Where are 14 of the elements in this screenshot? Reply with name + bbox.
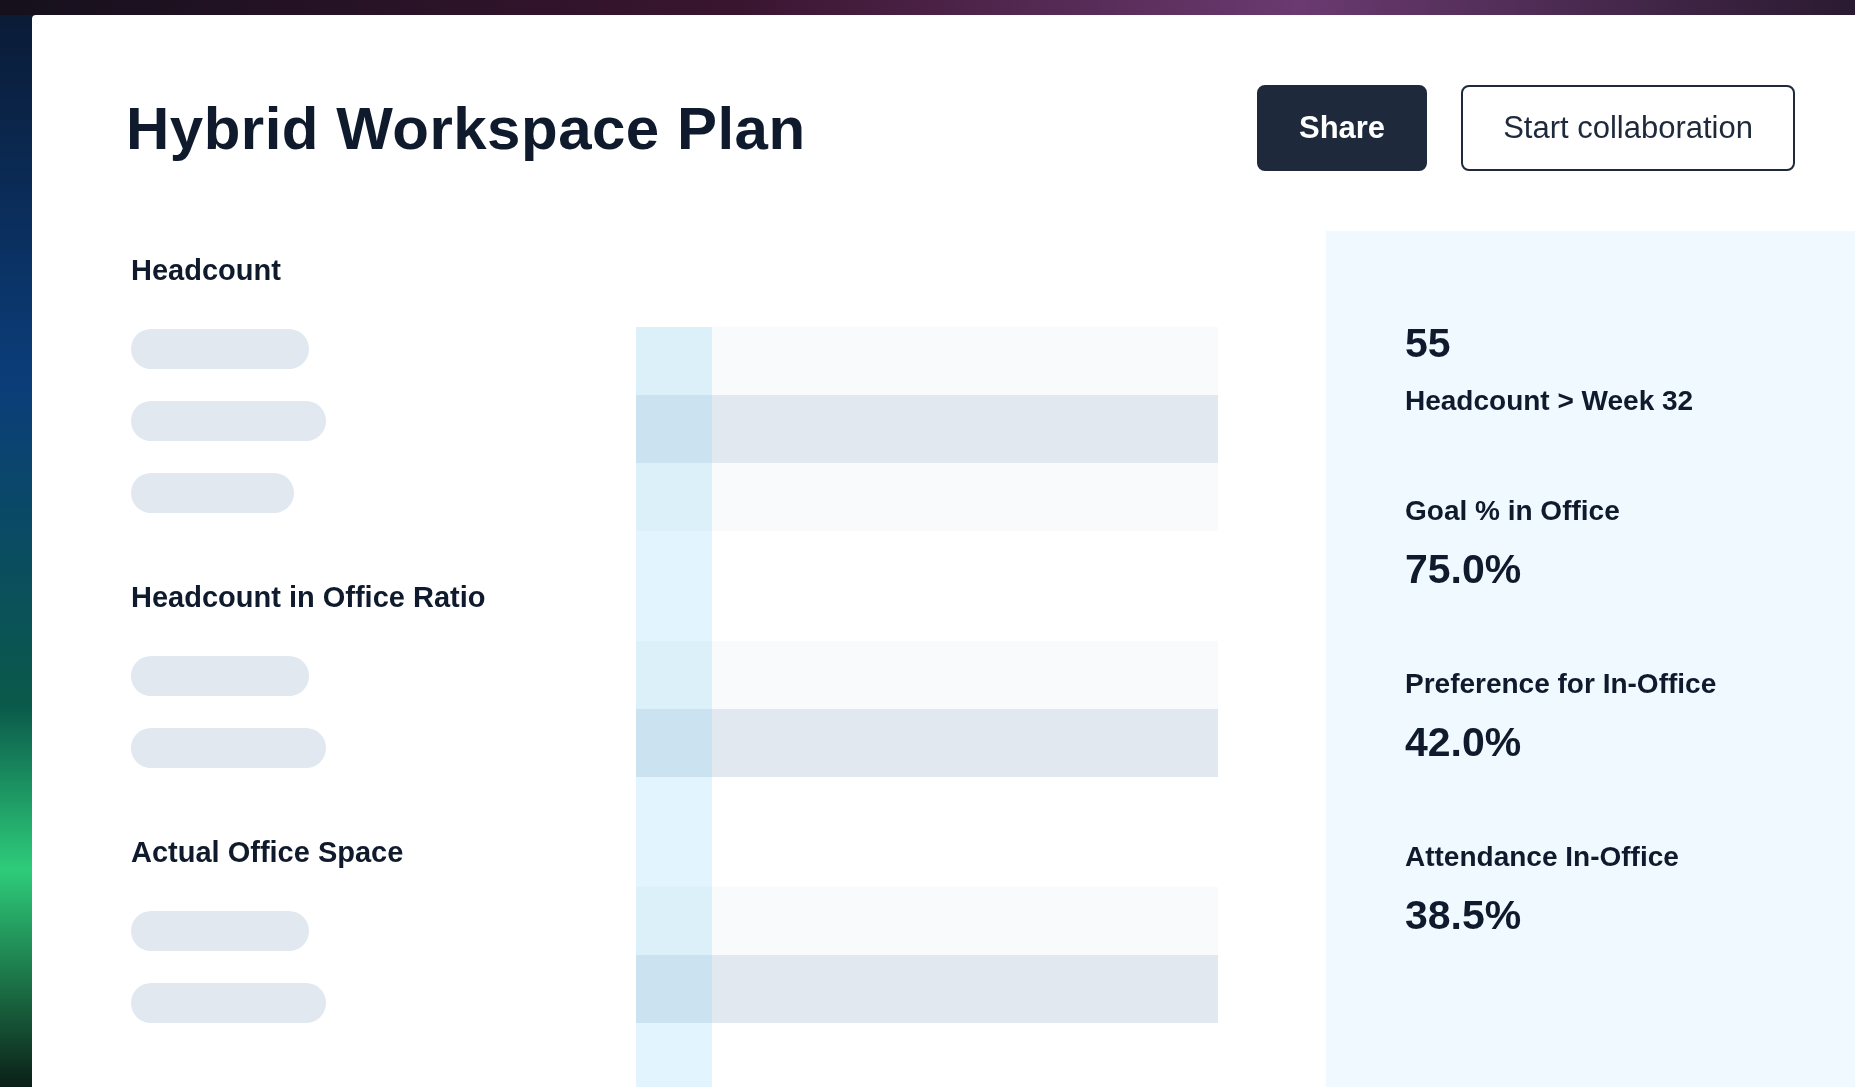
collaboration-button[interactable]: Start collaboration: [1461, 85, 1795, 171]
page-title: Hybrid Workspace Plan: [126, 93, 807, 163]
stat-label: Preference for In-Office: [1405, 667, 1718, 701]
stat-label: Headcount > Week 32: [1405, 384, 1695, 418]
stat-value: 75.0%: [1405, 546, 1523, 592]
section-heading: Headcount in Office Ratio: [131, 580, 487, 615]
stat-label: Goal % in Office: [1405, 494, 1621, 528]
share-button[interactable]: Share: [1256, 85, 1428, 171]
stat-value: 55: [1405, 320, 1452, 366]
section-heading: Actual Office Space: [131, 835, 405, 870]
stat-value: 38.5%: [1405, 892, 1523, 938]
section-heading: Headcount: [131, 253, 282, 288]
stat-value: 42.0%: [1405, 719, 1523, 765]
stat-label: Attendance In-Office: [1405, 840, 1680, 874]
